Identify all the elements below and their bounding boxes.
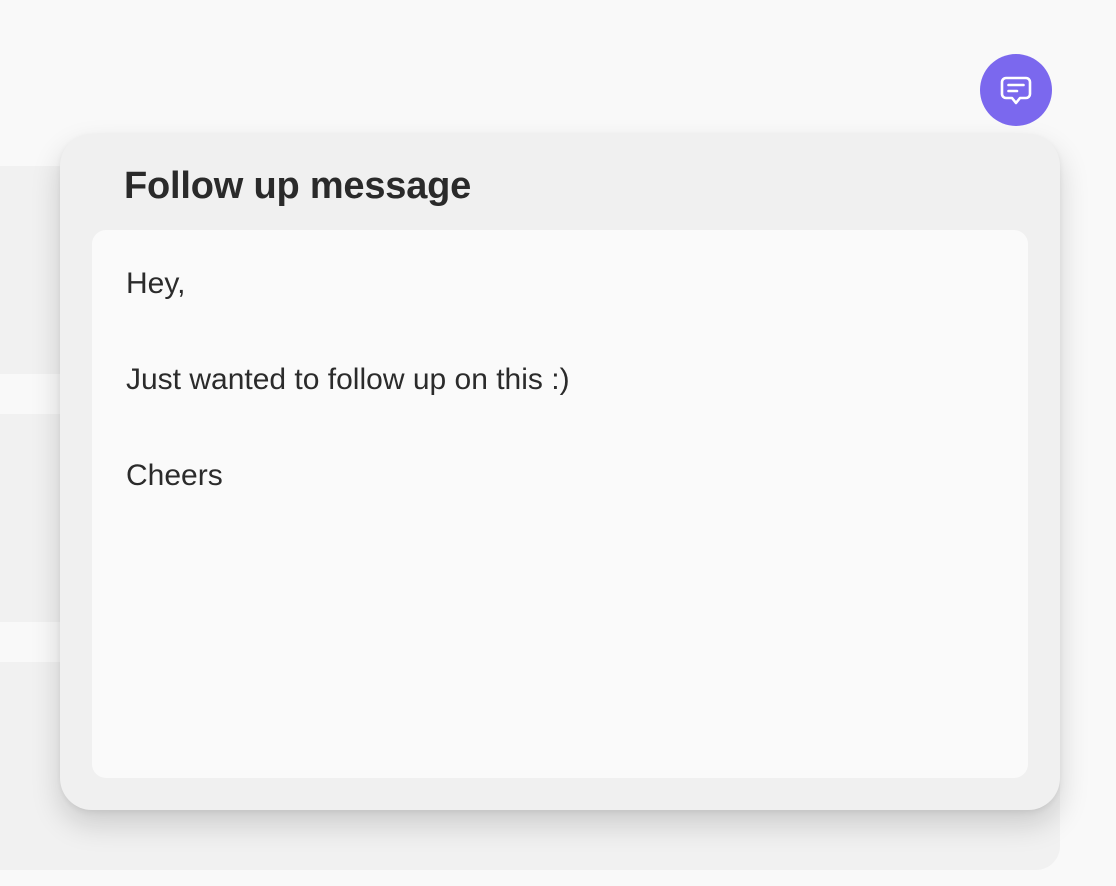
follow-up-message-button[interactable] <box>980 54 1052 126</box>
follow-up-popover: Follow up message Hey, Just wanted to fo… <box>60 134 1060 810</box>
message-line: Cheers <box>126 459 223 492</box>
message-line: Hey, <box>126 267 186 300</box>
chat-bubble-icon <box>1000 76 1032 105</box>
message-body[interactable]: Hey, Just wanted to follow up on this :)… <box>92 230 1028 778</box>
popover-title: Follow up message <box>124 165 472 207</box>
message-line: Just wanted to follow up on this :) <box>126 363 570 396</box>
